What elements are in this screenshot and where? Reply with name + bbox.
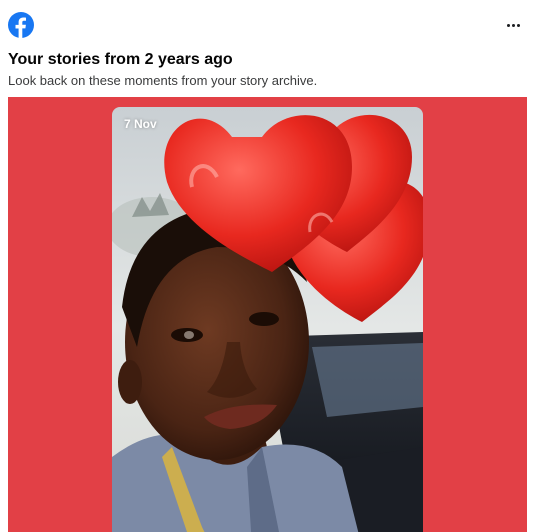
story-date: 7 Nov [124, 117, 157, 131]
facebook-logo-icon[interactable] [8, 12, 34, 38]
story-photo [112, 107, 423, 532]
post-subtitle: Look back on these moments from your sto… [8, 73, 318, 88]
post-title: Your stories from 2 years ago [8, 51, 233, 68]
story-background: 7 Nov [8, 97, 527, 532]
story-card[interactable]: 7 Nov [112, 107, 423, 532]
more-options-icon [506, 23, 510, 27]
more-options-button[interactable] [505, 17, 521, 33]
